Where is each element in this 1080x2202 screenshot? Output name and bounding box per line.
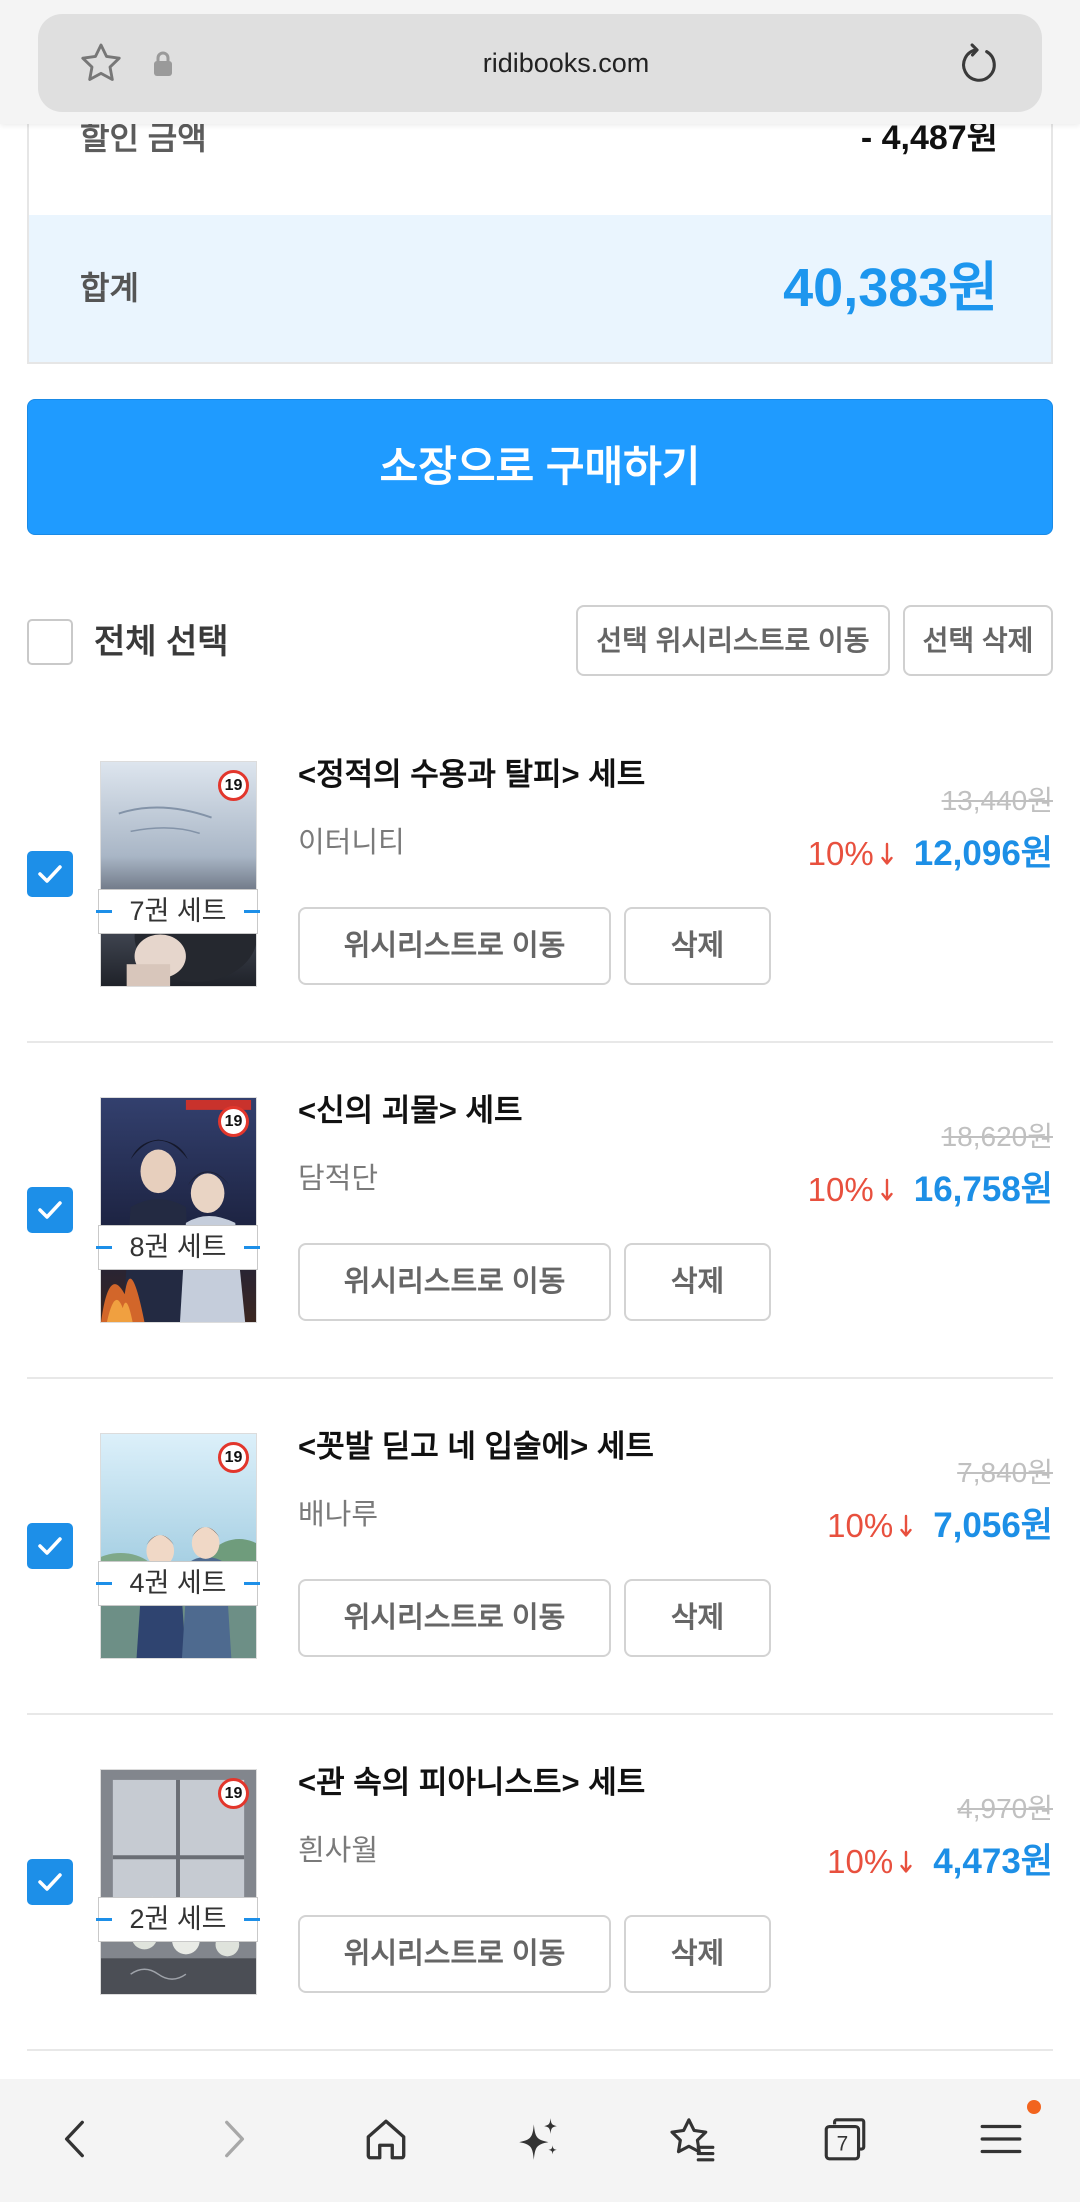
adult-rating-badge: 19 bbox=[218, 1106, 249, 1137]
browser-toolbar: ridibooks.com bbox=[0, 0, 1080, 124]
book-cover-image[interactable]: 19 bbox=[100, 1097, 257, 1323]
book-title[interactable]: <관 속의 피아니스트> 세트 bbox=[298, 1763, 645, 1803]
sale-price-row: 10% 16,758원 bbox=[808, 1168, 1053, 1212]
total-row: 합계 40,383원 bbox=[29, 215, 1051, 362]
down-arrow-icon bbox=[899, 1513, 913, 1539]
book-title[interactable]: <꼿발 딛고 네 입술에> 세트 bbox=[298, 1427, 654, 1467]
cart-item: 19 4권 세트 <꼿발 딛고 네 입술에> 세트 배나루 위시리스트로 이동 … bbox=[0, 1378, 1080, 1715]
set-volume-label: 8권 세트 bbox=[96, 1225, 260, 1270]
adult-rating-badge: 19 bbox=[218, 1442, 249, 1473]
address-bar[interactable]: ridibooks.com bbox=[38, 14, 1042, 112]
down-arrow-icon bbox=[899, 1849, 913, 1875]
cart-item: 19 7권 세트 <정적의 수용과 탈피> 세트 이터니티 위시리스트로 이동 … bbox=[0, 706, 1080, 1043]
home-icon[interactable] bbox=[361, 2114, 411, 2164]
sale-price: 12,096원 bbox=[913, 834, 1053, 873]
book-cover-image[interactable]: 19 bbox=[100, 1769, 257, 1995]
discount-rate: 10% bbox=[807, 835, 874, 872]
book-cover-image[interactable]: 19 bbox=[100, 761, 257, 987]
discount-rate: 10% bbox=[827, 1843, 894, 1880]
item-divider bbox=[27, 2049, 1053, 2051]
sparkle-icon[interactable] bbox=[513, 2114, 563, 2164]
discount-rate: 10% bbox=[807, 1171, 874, 1208]
notification-dot bbox=[1027, 2100, 1041, 2114]
book-author: 배나루 bbox=[298, 1499, 379, 1531]
delete-button[interactable]: 삭제 bbox=[624, 1243, 771, 1321]
move-to-wishlist-button[interactable]: 위시리스트로 이동 bbox=[298, 1243, 611, 1321]
sale-price-row: 10% 4,473원 bbox=[827, 1840, 1053, 1884]
bookmarks-icon[interactable] bbox=[667, 2114, 717, 2164]
forward-icon[interactable] bbox=[208, 2114, 258, 2164]
book-title[interactable]: <정적의 수용과 탈피> 세트 bbox=[298, 755, 645, 795]
down-arrow-icon bbox=[880, 1177, 894, 1203]
move-selected-to-wishlist-button[interactable]: 선택 위시리스트로 이동 bbox=[576, 605, 890, 676]
sale-price: 7,056원 bbox=[933, 1506, 1053, 1545]
item-checkbox[interactable] bbox=[27, 1859, 73, 1905]
book-author: 흰사월 bbox=[298, 1835, 379, 1867]
move-to-wishlist-button[interactable]: 위시리스트로 이동 bbox=[298, 1915, 611, 1993]
book-cover-image[interactable]: 19 bbox=[100, 1433, 257, 1659]
lock-icon bbox=[152, 49, 174, 77]
adult-rating-badge: 19 bbox=[218, 770, 249, 801]
original-price: 13,440원 bbox=[941, 785, 1053, 816]
adult-rating-badge: 19 bbox=[218, 1778, 249, 1809]
original-price: 18,620원 bbox=[941, 1121, 1053, 1152]
book-title[interactable]: <신의 괴물> 세트 bbox=[298, 1091, 523, 1131]
select-all-checkbox[interactable] bbox=[27, 619, 73, 665]
delete-selected-button[interactable]: 선택 삭제 bbox=[903, 605, 1053, 676]
item-checkbox[interactable] bbox=[27, 1523, 73, 1569]
select-all-label[interactable]: 전체 선택 bbox=[94, 620, 229, 664]
item-checkbox[interactable] bbox=[27, 1187, 73, 1233]
original-price: 7,840원 bbox=[957, 1457, 1053, 1488]
back-icon[interactable] bbox=[51, 2114, 101, 2164]
move-to-wishlist-button[interactable]: 위시리스트로 이동 bbox=[298, 907, 611, 985]
discount-rate: 10% bbox=[827, 1507, 894, 1544]
delete-button[interactable]: 삭제 bbox=[624, 1915, 771, 1993]
cart-item: 19 8권 세트 <신의 괴물> 세트 담적단 위시리스트로 이동 삭제 18,… bbox=[0, 1042, 1080, 1379]
menu-icon[interactable] bbox=[976, 2114, 1026, 2164]
total-amount: 40,383원 bbox=[783, 258, 998, 318]
move-to-wishlist-button[interactable]: 위시리스트로 이동 bbox=[298, 1579, 611, 1657]
book-author: 이터니티 bbox=[298, 827, 405, 859]
cart-item: 19 2권 세트 <관 속의 피아니스트> 세트 흰사월 위시리스트로 이동 삭… bbox=[0, 1714, 1080, 2051]
sale-price: 16,758원 bbox=[913, 1170, 1053, 1209]
set-volume-label: 2권 세트 bbox=[96, 1897, 260, 1942]
tab-count: 7 bbox=[837, 2133, 849, 2156]
browser-bottom-nav: 7 bbox=[0, 2079, 1080, 2202]
total-label: 합계 bbox=[80, 270, 139, 306]
delete-button[interactable]: 삭제 bbox=[624, 907, 771, 985]
tabs-icon[interactable]: 7 bbox=[820, 2114, 870, 2164]
item-checkbox[interactable] bbox=[27, 851, 73, 897]
url-text[interactable]: ridibooks.com bbox=[483, 43, 650, 83]
down-arrow-icon bbox=[880, 841, 894, 867]
set-volume-label: 7권 세트 bbox=[96, 889, 260, 934]
reload-icon[interactable] bbox=[956, 40, 1002, 86]
sale-price-row: 10% 12,096원 bbox=[808, 832, 1053, 876]
set-volume-label: 4권 세트 bbox=[96, 1561, 260, 1606]
book-author: 담적단 bbox=[298, 1163, 379, 1195]
original-price: 4,970원 bbox=[957, 1793, 1053, 1824]
sale-price: 4,473원 bbox=[933, 1842, 1053, 1881]
purchase-button[interactable]: 소장으로 구매하기 bbox=[27, 399, 1053, 535]
sale-price-row: 10% 7,056원 bbox=[827, 1504, 1053, 1548]
delete-button[interactable]: 삭제 bbox=[624, 1579, 771, 1657]
bookmark-star-icon[interactable] bbox=[78, 40, 124, 86]
